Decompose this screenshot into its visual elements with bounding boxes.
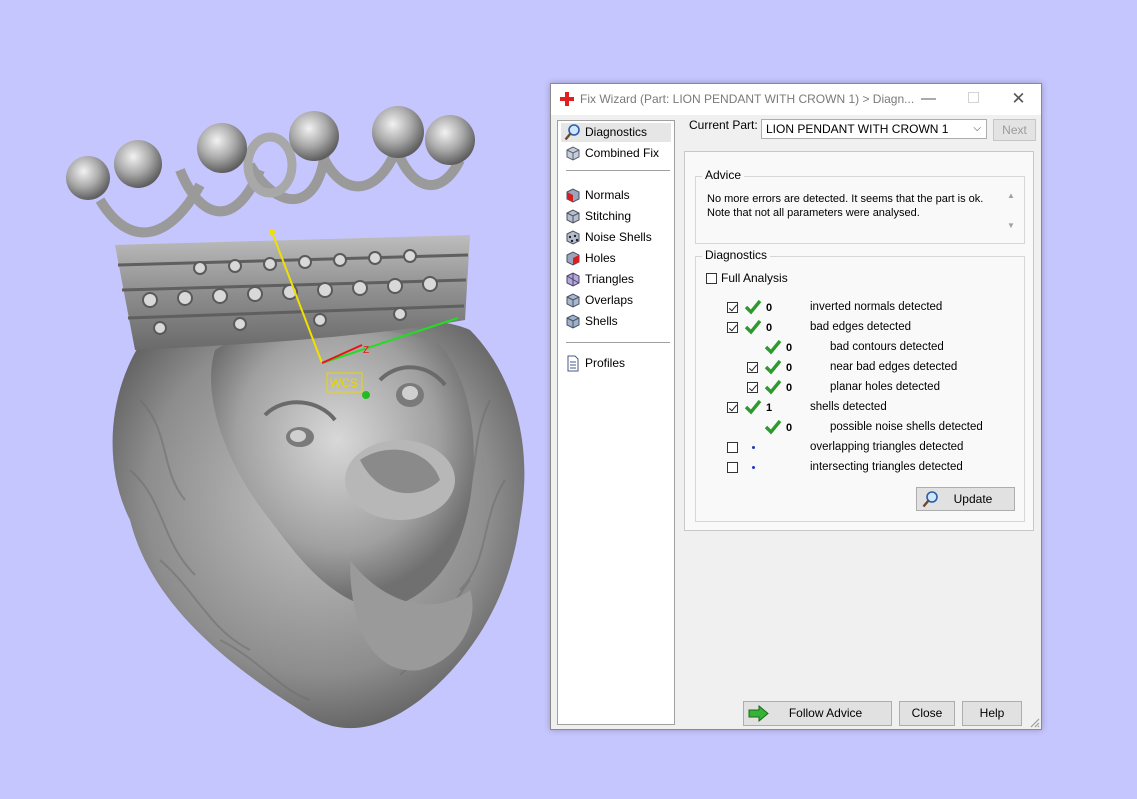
bad-contours-text: bad contours detected [830, 341, 944, 353]
inverted-normals-checkbox[interactable] [727, 302, 738, 313]
wizard-nav: Diagnostics Combined Fix Normals Stitchi… [557, 120, 675, 725]
current-part-select[interactable]: LION PENDANT WITH CROWN 1 ⌵ [761, 119, 987, 139]
noise-shells-text: possible noise shells detected [830, 421, 983, 433]
nav-item-normals[interactable]: Normals [561, 186, 671, 205]
update-label: Update [953, 492, 993, 506]
advice-scrollbar[interactable]: ▲ ▼ [1004, 191, 1018, 237]
noise-cube-icon [566, 230, 580, 245]
advice-line-2: Note that not all parameters were analys… [707, 207, 920, 219]
lion-pendant-model[interactable]: Z WCS [0, 0, 560, 799]
advice-line-1: No more errors are detected. It seems th… [707, 193, 984, 205]
shells-checkbox[interactable] [727, 402, 738, 413]
not-analysed-dot-icon [752, 466, 755, 469]
intersecting-triangles-text: intersecting triangles detected [810, 461, 963, 473]
follow-advice-button[interactable]: Follow Advice [743, 701, 892, 726]
maximize-button[interactable]: ☐ [951, 84, 996, 115]
axis-z-label: Z [363, 345, 369, 356]
current-part-value: LION PENDANT WITH CROWN 1 [766, 122, 949, 136]
near-bad-edges-count: 0 [786, 362, 793, 374]
holes-cube-icon [566, 251, 580, 266]
bad-edges-text: bad edges detected [810, 321, 912, 333]
advice-text: No more errors are detected. It seems th… [707, 192, 997, 220]
check-ok-icon [744, 299, 762, 315]
overlapping-triangles-checkbox[interactable] [727, 442, 738, 453]
check-ok-icon [764, 339, 782, 355]
title-bar[interactable]: Fix Wizard (Part: LION PENDANT WITH CROW… [551, 84, 1041, 115]
diagnostics-title: Diagnostics [702, 248, 771, 262]
shells-cube-icon [566, 314, 580, 329]
chevron-down-icon: ⌵ [973, 123, 981, 134]
help-button[interactable]: Help [962, 701, 1022, 726]
nav-separator [566, 342, 670, 343]
diagnostics-group: Diagnostics Full Analysis 0 inverted nor… [695, 248, 1025, 522]
not-analysed-dot-icon [752, 446, 755, 449]
close-window-button[interactable]: ✕ [996, 84, 1041, 115]
stitching-cube-icon [566, 209, 580, 224]
wcs-label: WCS [330, 376, 358, 390]
bad-edges-count: 0 [766, 322, 773, 334]
advice-title: Advice [702, 168, 745, 182]
overlaps-cube-icon [566, 293, 580, 308]
close-button[interactable]: Close [899, 701, 955, 726]
nav-separator [566, 170, 670, 171]
nav-item-noise-shells[interactable]: Noise Shells [561, 228, 671, 247]
magnifier-icon [922, 491, 938, 508]
document-icon [567, 355, 579, 372]
diagnostics-panel: Advice No more errors are detected. It s… [684, 151, 1034, 531]
resize-grip-icon[interactable] [1028, 716, 1040, 728]
advice-group: Advice No more errors are detected. It s… [695, 168, 1025, 244]
nav-item-shells[interactable]: Shells [561, 312, 671, 331]
shells-text: shells detected [810, 401, 887, 413]
overlapping-triangles-text: overlapping triangles detected [810, 441, 964, 453]
current-part-label: Current Part: [689, 118, 758, 132]
planar-holes-count: 0 [786, 382, 793, 394]
nav-item-diagnostics[interactable]: Diagnostics [561, 123, 671, 142]
planar-holes-checkbox[interactable] [747, 382, 758, 393]
bad-edges-checkbox[interactable] [727, 322, 738, 333]
nav-item-profiles[interactable]: Profiles [561, 354, 671, 373]
noise-shells-count: 0 [786, 422, 793, 434]
nav-item-holes[interactable]: Holes [561, 249, 671, 268]
planar-holes-text: planar holes detected [830, 381, 940, 393]
arrow-right-icon [748, 705, 769, 722]
update-button[interactable]: Update [916, 487, 1015, 511]
scroll-down-icon[interactable]: ▼ [1007, 221, 1015, 230]
window-title: Fix Wizard (Part: LION PENDANT WITH CROW… [580, 92, 915, 106]
fix-wizard-dialog: Fix Wizard (Part: LION PENDANT WITH CROW… [550, 83, 1042, 730]
normals-cube-icon [566, 188, 580, 203]
check-ok-icon [764, 419, 782, 435]
nav-item-overlaps[interactable]: Overlaps [561, 291, 671, 310]
full-analysis-checkbox[interactable] [706, 273, 717, 284]
near-bad-edges-text: near bad edges detected [830, 361, 958, 373]
check-ok-icon [764, 379, 782, 395]
nav-item-stitching[interactable]: Stitching [561, 207, 671, 226]
bad-contours-count: 0 [786, 342, 793, 354]
magnifier-icon [564, 124, 580, 141]
app-cross-icon [560, 92, 574, 106]
near-bad-edges-checkbox[interactable] [747, 362, 758, 373]
check-ok-icon [744, 399, 762, 415]
check-ok-icon [764, 359, 782, 375]
scroll-up-icon[interactable]: ▲ [1007, 191, 1015, 200]
next-button[interactable]: Next [993, 119, 1036, 141]
inverted-normals-text: inverted normals detected [810, 301, 943, 313]
nav-item-triangles[interactable]: Triangles [561, 270, 671, 289]
inverted-normals-count: 0 [766, 302, 773, 314]
intersecting-triangles-checkbox[interactable] [727, 462, 738, 473]
shells-count: 1 [766, 402, 773, 414]
full-analysis-label: Full Analysis [721, 271, 788, 285]
check-ok-icon [744, 319, 762, 335]
minimize-button[interactable]: — [906, 84, 951, 115]
nav-item-combined-fix[interactable]: Combined Fix [561, 144, 671, 163]
cube-icon [566, 146, 580, 161]
triangles-cube-icon [566, 272, 580, 287]
follow-advice-label: Follow Advice [788, 706, 863, 720]
